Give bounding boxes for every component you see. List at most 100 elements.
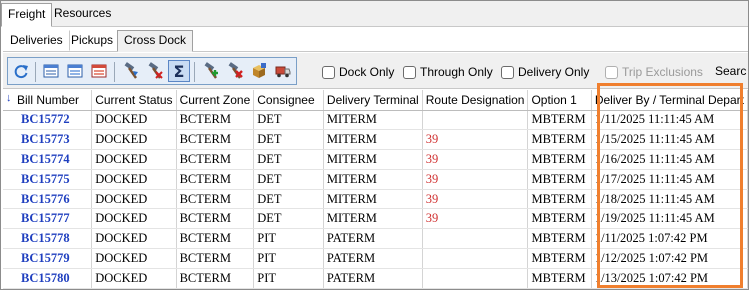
table-row[interactable]: BC15775 DOCKED BCTERM DET MITERM 39 MBTERM 1/17… (3, 169, 748, 190)
tab-resources[interactable]: Resources (48, 3, 117, 26)
consignee-cell: DET (253, 110, 324, 131)
current-zone-cell: BCTERM (176, 169, 255, 190)
column-header-deliver-by[interactable]: Deliver By / Terminal Depart (591, 90, 748, 111)
app-window: Freight Resources Deliveries Pickups Cro… (0, 0, 749, 290)
deliver-by-cell: 1/11/2025 11:11:45 AM (591, 110, 748, 131)
option-1-cell: MBTERM (527, 169, 592, 190)
consignee-cell: DET (253, 169, 324, 190)
hammer-remove-icon[interactable] (144, 61, 166, 81)
deliver-by-cell: 1/18/2025 11:11:45 AM (591, 189, 748, 210)
table-row[interactable]: BC15773 DOCKED BCTERM DET MITERM 39 MBTERM 1/15… (3, 129, 748, 151)
layout-blue-bars-icon[interactable] (64, 61, 86, 81)
column-header-current-zone[interactable]: Current Zone (176, 90, 255, 111)
table-row[interactable]: BC15779 DOCKED BCTERM PIT PATERM MBTERM 1/12/2… (3, 248, 748, 269)
consignee-cell: DET (253, 149, 324, 170)
refresh-icon[interactable] (10, 61, 32, 81)
table-row[interactable]: BC15777 DOCKED BCTERM DET MITERM 39 MBTERM 1/19… (3, 208, 748, 230)
bill-number-link[interactable]: BC15774 (3, 149, 93, 170)
tab-freight[interactable]: Freight (1, 3, 53, 27)
delivery-terminal-cell: MITERM (323, 189, 423, 210)
layout-red-icon[interactable] (88, 61, 110, 81)
cube-stack-icon[interactable] (248, 61, 270, 81)
route-designation-cell (422, 228, 529, 250)
top-tab-strip: Freight Resources (1, 1, 748, 27)
hammer-add-icon[interactable] (200, 61, 222, 81)
current-status-cell: DOCKED (91, 110, 177, 131)
hammer-assign-icon[interactable] (120, 61, 142, 81)
current-zone-cell: BCTERM (176, 149, 255, 170)
checkbox-box[interactable] (501, 65, 514, 79)
current-zone-cell: BCTERM (176, 268, 255, 289)
consignee-cell: PIT (253, 248, 324, 269)
deliver-by-cell: 1/13/2025 1:07:42 PM (591, 268, 748, 289)
delivery-only-checkbox[interactable]: Delivery Only (501, 64, 589, 80)
delivery-terminal-cell: MITERM (323, 149, 423, 170)
bill-number-link[interactable]: BC15777 (3, 208, 93, 230)
sub-tab-strip: Deliveries Pickups Cross Dock (3, 28, 748, 52)
bill-number-link[interactable]: BC15772 (3, 110, 93, 131)
bill-number-link[interactable]: BC15773 (3, 129, 93, 151)
column-header-option-1[interactable]: Option 1 (527, 90, 592, 111)
consignee-cell: DET (253, 129, 324, 151)
current-zone-cell: BCTERM (176, 248, 255, 269)
layout-blue-icon[interactable] (40, 61, 62, 81)
header-row: ↓ Bill Number Current Status Current Zone… (3, 90, 748, 111)
column-header-current-status[interactable]: Current Status (91, 90, 177, 111)
current-status-cell: DOCKED (91, 169, 177, 190)
toolbar: Σ Dock Only Through Only Delivery Only T… (3, 53, 748, 89)
current-status-cell: DOCKED (91, 228, 177, 250)
checkbox-box[interactable] (322, 65, 335, 79)
checkbox-box (605, 65, 618, 79)
toolbar-button-group: Σ (7, 57, 297, 85)
table-row[interactable]: BC15772 DOCKED BCTERM DET MITERM MBTERM 1/11/2… (3, 110, 748, 131)
route-designation-cell: 39 (422, 208, 529, 230)
current-zone-cell: BCTERM (176, 208, 255, 230)
header-label: Bill Number (17, 92, 80, 107)
sum-icon[interactable]: Σ (168, 60, 190, 82)
cross-dock-grid: ↓ Bill Number Current Status Current Zone… (3, 90, 748, 289)
option-1-cell: MBTERM (527, 228, 592, 250)
tab-cross-dock[interactable]: Cross Dock (117, 30, 194, 52)
route-designation-cell: 39 (422, 129, 529, 151)
through-only-checkbox[interactable]: Through Only (403, 64, 493, 80)
column-header-route-designation[interactable]: Route Designation (422, 90, 529, 111)
sort-down-icon: ↓ (6, 92, 12, 104)
deliver-by-cell: 1/16/2025 11:11:45 AM (591, 149, 748, 170)
bill-number-link[interactable]: BC15778 (3, 228, 93, 250)
current-zone-cell: BCTERM (176, 189, 255, 210)
dock-only-checkbox[interactable]: Dock Only (322, 64, 394, 80)
truck-icon[interactable] (272, 61, 294, 81)
table-row[interactable]: BC15774 DOCKED BCTERM DET MITERM 39 MBTERM 1/16… (3, 149, 748, 170)
tab-deliveries[interactable]: Deliveries (3, 30, 70, 51)
bill-number-link[interactable]: BC15775 (3, 169, 93, 190)
route-designation-cell (422, 248, 529, 269)
table-row[interactable]: BC15778 DOCKED BCTERM PIT PATERM MBTERM 1/11/2… (3, 228, 748, 250)
consignee-cell: PIT (253, 268, 324, 289)
route-designation-cell: 39 (422, 189, 529, 210)
column-header-bill-number[interactable]: ↓ Bill Number (3, 90, 93, 111)
deliver-by-cell: 1/11/2025 1:07:42 PM (591, 228, 748, 250)
current-zone-cell: BCTERM (176, 129, 255, 151)
delivery-terminal-cell: PATERM (323, 228, 423, 250)
bill-number-link[interactable]: BC15779 (3, 248, 93, 269)
column-header-delivery-terminal[interactable]: Delivery Terminal (323, 90, 423, 111)
current-status-cell: DOCKED (91, 248, 177, 269)
hammer-delete-icon[interactable] (224, 61, 246, 81)
consignee-cell: DET (253, 189, 324, 210)
bill-number-link[interactable]: BC15780 (3, 268, 93, 289)
through-only-label: Through Only (420, 65, 493, 79)
consignee-cell: PIT (253, 228, 324, 250)
tab-pickups[interactable]: Pickups (64, 30, 121, 51)
option-1-cell: MBTERM (527, 208, 592, 230)
table-row[interactable]: BC15776 DOCKED BCTERM DET MITERM 39 MBTERM 1/18… (3, 189, 748, 210)
freight-table: ↓ Bill Number Current Status Current Zone… (3, 90, 748, 289)
column-header-consignee[interactable]: Consignee (253, 90, 324, 111)
deliver-by-cell: 1/12/2025 1:07:42 PM (591, 248, 748, 269)
dock-only-label: Dock Only (339, 65, 395, 79)
table-row[interactable]: BC15780 DOCKED BCTERM PIT PATERM MBTERM 1/13/2… (3, 268, 748, 289)
bill-number-link[interactable]: BC15776 (3, 189, 93, 210)
search-button[interactable]: Search (715, 64, 747, 78)
trip-exclusions-checkbox: Trip Exclusions (605, 64, 703, 80)
option-1-cell: MBTERM (527, 149, 592, 170)
checkbox-box[interactable] (403, 65, 416, 79)
